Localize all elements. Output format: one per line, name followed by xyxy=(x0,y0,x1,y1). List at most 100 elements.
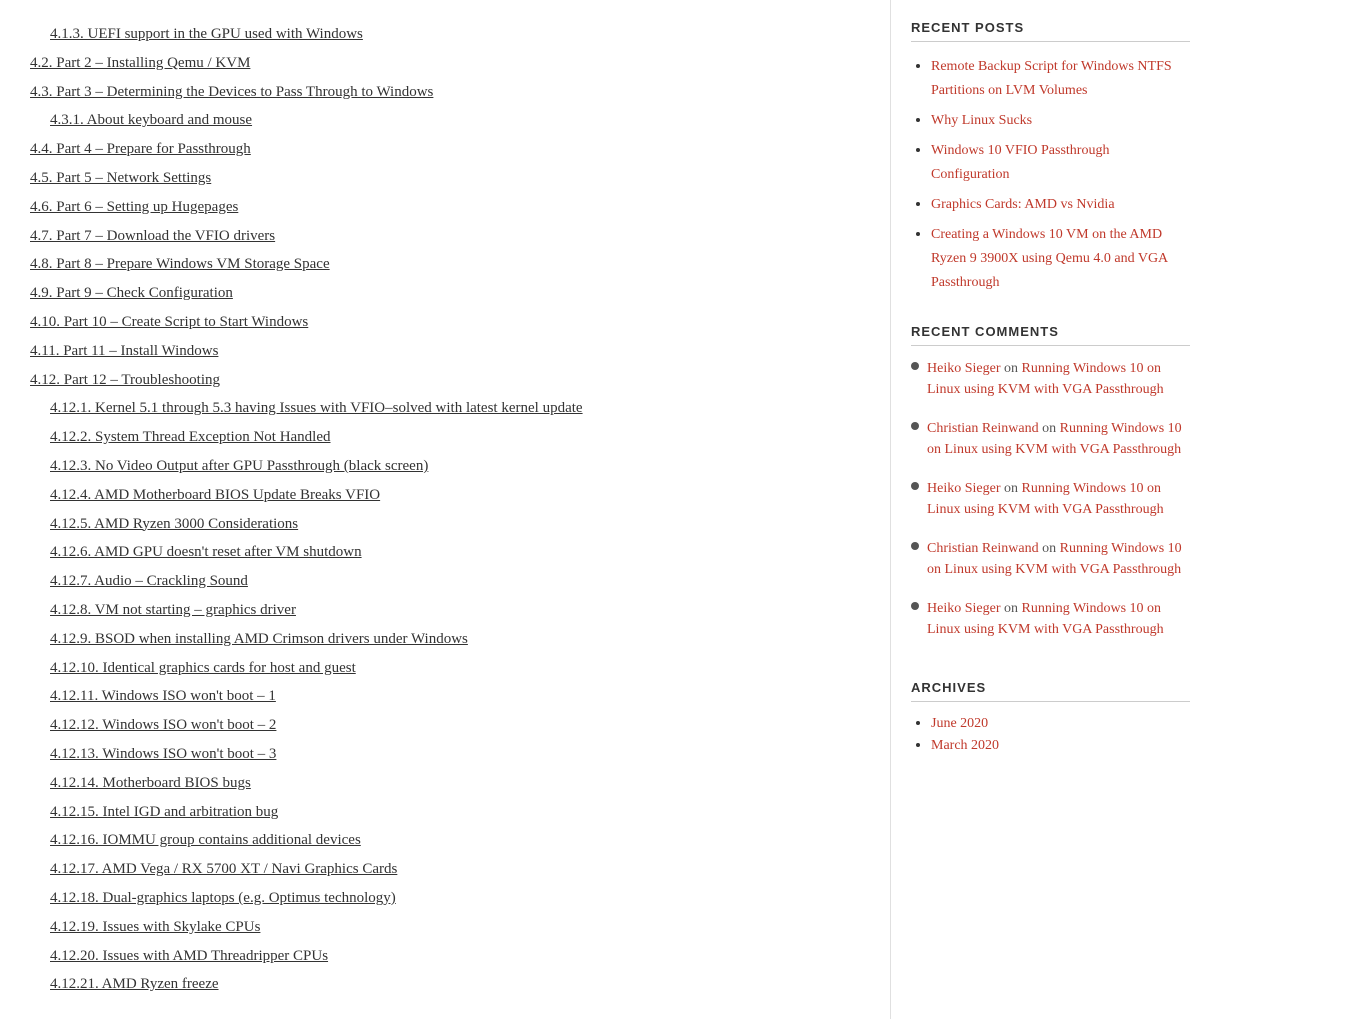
toc-link[interactable]: 4.12. Part 12 – Troubleshooting xyxy=(30,372,220,388)
recent-post-item: Creating a Windows 10 VM on the AMD Ryze… xyxy=(931,222,1190,294)
toc-link[interactable]: 4.12.19. Issues with Skylake CPUs xyxy=(50,919,260,935)
recent-post-link[interactable]: Remote Backup Script for Windows NTFS Pa… xyxy=(931,59,1172,98)
toc-link[interactable]: 4.12.14. Motherboard BIOS bugs xyxy=(50,775,251,791)
recent-post-link[interactable]: Creating a Windows 10 VM on the AMD Ryze… xyxy=(931,227,1167,290)
toc-link[interactable]: 4.9. Part 9 – Check Configuration xyxy=(30,285,233,301)
toc-link[interactable]: 4.6. Part 6 – Setting up Hugepages xyxy=(30,199,238,215)
toc-link[interactable]: 4.12.2. System Thread Exception Not Hand… xyxy=(50,429,331,445)
toc-link[interactable]: 4.12.5. AMD Ryzen 3000 Considerations xyxy=(50,516,298,532)
toc-link[interactable]: 4.12.16. IOMMU group contains additional… xyxy=(50,832,361,848)
recent-posts-list: Remote Backup Script for Windows NTFS Pa… xyxy=(911,54,1190,294)
archive-item: June 2020 xyxy=(931,714,1190,732)
toc-link[interactable]: 4.3. Part 3 – Determining the Devices to… xyxy=(30,84,433,100)
bullet-icon xyxy=(911,542,919,550)
recent-post-item: Windows 10 VFIO Passthrough Configuratio… xyxy=(931,138,1190,186)
recent-post-link[interactable]: Graphics Cards: AMD vs Nvidia xyxy=(931,197,1115,212)
sidebar: RECENT POSTS Remote Backup Script for Wi… xyxy=(890,0,1210,1019)
archives-title: ARCHIVES xyxy=(911,680,1190,702)
toc-item: 4.9. Part 9 – Check Configuration xyxy=(30,279,860,308)
toc-link[interactable]: 4.10. Part 10 – Create Script to Start W… xyxy=(30,314,308,330)
toc-link[interactable]: 4.12.6. AMD GPU doesn't reset after VM s… xyxy=(50,544,362,560)
toc-link[interactable]: 4.7. Part 7 – Download the VFIO drivers xyxy=(30,228,275,244)
toc-item: 4.12. Part 12 – Troubleshooting xyxy=(30,366,860,395)
comment-text: Heiko Sieger on Running Windows 10 on Li… xyxy=(927,478,1190,520)
recent-post-link[interactable]: Why Linux Sucks xyxy=(931,113,1032,128)
toc-item: 4.12.16. IOMMU group contains additional… xyxy=(30,826,860,855)
comment-row: Heiko Sieger on Running Windows 10 on Li… xyxy=(911,478,1190,530)
toc-item: 4.12.10. Identical graphics cards for ho… xyxy=(30,654,860,683)
toc-item: 4.12.6. AMD GPU doesn't reset after VM s… xyxy=(30,538,860,567)
archive-link[interactable]: March 2020 xyxy=(931,738,999,753)
recent-post-item: Graphics Cards: AMD vs Nvidia xyxy=(931,192,1190,216)
toc-item: 4.12.2. System Thread Exception Not Hand… xyxy=(30,423,860,452)
toc-item: 4.12.9. BSOD when installing AMD Crimson… xyxy=(30,625,860,654)
toc-item: 4.8. Part 8 – Prepare Windows VM Storage… xyxy=(30,250,860,279)
toc-link[interactable]: 4.12.13. Windows ISO won't boot – 3 xyxy=(50,746,276,762)
toc-link[interactable]: 4.12.7. Audio – Crackling Sound xyxy=(50,573,248,589)
comment-on-text: on xyxy=(1039,421,1060,436)
toc-item: 4.12.15. Intel IGD and arbitration bug xyxy=(30,798,860,827)
comment-on-text: on xyxy=(1000,481,1021,496)
toc-link[interactable]: 4.12.15. Intel IGD and arbitration bug xyxy=(50,804,278,820)
toc-item: 4.10. Part 10 – Create Script to Start W… xyxy=(30,308,860,337)
toc-link[interactable]: 4.8. Part 8 – Prepare Windows VM Storage… xyxy=(30,256,330,272)
comment-on-text: on xyxy=(1039,541,1060,556)
toc-item: 4.6. Part 6 – Setting up Hugepages xyxy=(30,193,860,222)
commenter-link[interactable]: Heiko Sieger xyxy=(927,481,1000,496)
toc-link[interactable]: 4.12.11. Windows ISO won't boot – 1 xyxy=(50,688,276,704)
toc-item: 4.12.19. Issues with Skylake CPUs xyxy=(30,913,860,942)
recent-post-item: Why Linux Sucks xyxy=(931,108,1190,132)
comment-row: Heiko Sieger on Running Windows 10 on Li… xyxy=(911,598,1190,650)
toc-link[interactable]: 4.4. Part 4 – Prepare for Passthrough xyxy=(30,141,251,157)
toc-link[interactable]: 4.3.1. About keyboard and mouse xyxy=(50,112,252,128)
archive-item: March 2020 xyxy=(931,736,1190,754)
commenter-link[interactable]: Christian Reinwand xyxy=(927,541,1039,556)
toc-link[interactable]: 4.12.3. No Video Output after GPU Passth… xyxy=(50,458,428,474)
recent-posts-section: RECENT POSTS Remote Backup Script for Wi… xyxy=(911,20,1190,294)
archives-list: June 2020 March 2020 xyxy=(911,714,1190,754)
recent-posts-title: RECENT POSTS xyxy=(911,20,1190,42)
toc-item: 4.12.18. Dual-graphics laptops (e.g. Opt… xyxy=(30,884,860,913)
toc-link[interactable]: 4.12.20. Issues with AMD Threadripper CP… xyxy=(50,948,328,964)
archives-section: ARCHIVES June 2020 March 2020 xyxy=(911,680,1190,754)
toc-link[interactable]: 4.12.10. Identical graphics cards for ho… xyxy=(50,660,356,676)
toc-item: 4.12.11. Windows ISO won't boot – 1 xyxy=(30,682,860,711)
toc-link[interactable]: 4.5. Part 5 – Network Settings xyxy=(30,170,211,186)
toc-item: 4.12.8. VM not starting – graphics drive… xyxy=(30,596,860,625)
recent-comments-title: RECENT COMMENTS xyxy=(911,324,1190,346)
recent-comments-list: Heiko Sieger on Running Windows 10 on Li… xyxy=(911,358,1190,650)
archive-link[interactable]: June 2020 xyxy=(931,716,988,731)
comment-text: Heiko Sieger on Running Windows 10 on Li… xyxy=(927,598,1190,640)
main-content: 4.1.3. UEFI support in the GPU used with… xyxy=(0,0,890,1019)
toc-item: 4.3.1. About keyboard and mouse xyxy=(30,106,860,135)
toc-item: 4.12.21. AMD Ryzen freeze xyxy=(30,970,860,999)
toc-link[interactable]: 4.1.3. UEFI support in the GPU used with… xyxy=(50,26,363,42)
toc-link[interactable]: 4.12.4. AMD Motherboard BIOS Update Brea… xyxy=(50,487,380,503)
commenter-link[interactable]: Christian Reinwand xyxy=(927,421,1039,436)
toc-link[interactable]: 4.12.8. VM not starting – graphics drive… xyxy=(50,602,296,618)
page-wrapper: 4.1.3. UEFI support in the GPU used with… xyxy=(0,0,1358,1019)
toc-link[interactable]: 4.11. Part 11 – Install Windows xyxy=(30,343,218,359)
toc-item: 4.12.3. No Video Output after GPU Passth… xyxy=(30,452,860,481)
toc-item: 4.12.20. Issues with AMD Threadripper CP… xyxy=(30,942,860,971)
comment-row: Heiko Sieger on Running Windows 10 on Li… xyxy=(911,358,1190,410)
toc-link[interactable]: 4.2. Part 2 – Installing Qemu / KVM xyxy=(30,55,250,71)
toc-link[interactable]: 4.12.21. AMD Ryzen freeze xyxy=(50,976,219,992)
commenter-link[interactable]: Heiko Sieger xyxy=(927,361,1000,376)
commenter-link[interactable]: Heiko Sieger xyxy=(927,601,1000,616)
recent-post-link[interactable]: Windows 10 VFIO Passthrough Configuratio… xyxy=(931,143,1109,182)
recent-comments-section: RECENT COMMENTS Heiko Sieger on Running … xyxy=(911,324,1190,650)
toc-link[interactable]: 4.12.1. Kernel 5.1 through 5.3 having Is… xyxy=(50,400,583,416)
toc-item: 4.12.17. AMD Vega / RX 5700 XT / Navi Gr… xyxy=(30,855,860,884)
toc-link[interactable]: 4.12.12. Windows ISO won't boot – 2 xyxy=(50,717,276,733)
toc-item: 4.12.14. Motherboard BIOS bugs xyxy=(30,769,860,798)
toc-item: 4.12.5. AMD Ryzen 3000 Considerations xyxy=(30,510,860,539)
toc-link[interactable]: 4.12.9. BSOD when installing AMD Crimson… xyxy=(50,631,468,647)
recent-post-item: Remote Backup Script for Windows NTFS Pa… xyxy=(931,54,1190,102)
toc-item: 4.12.7. Audio – Crackling Sound xyxy=(30,567,860,596)
bullet-icon xyxy=(911,602,919,610)
toc-link[interactable]: 4.12.18. Dual-graphics laptops (e.g. Opt… xyxy=(50,890,396,906)
toc-link[interactable]: 4.12.17. AMD Vega / RX 5700 XT / Navi Gr… xyxy=(50,861,397,877)
bullet-icon xyxy=(911,422,919,430)
bullet-icon xyxy=(911,362,919,370)
